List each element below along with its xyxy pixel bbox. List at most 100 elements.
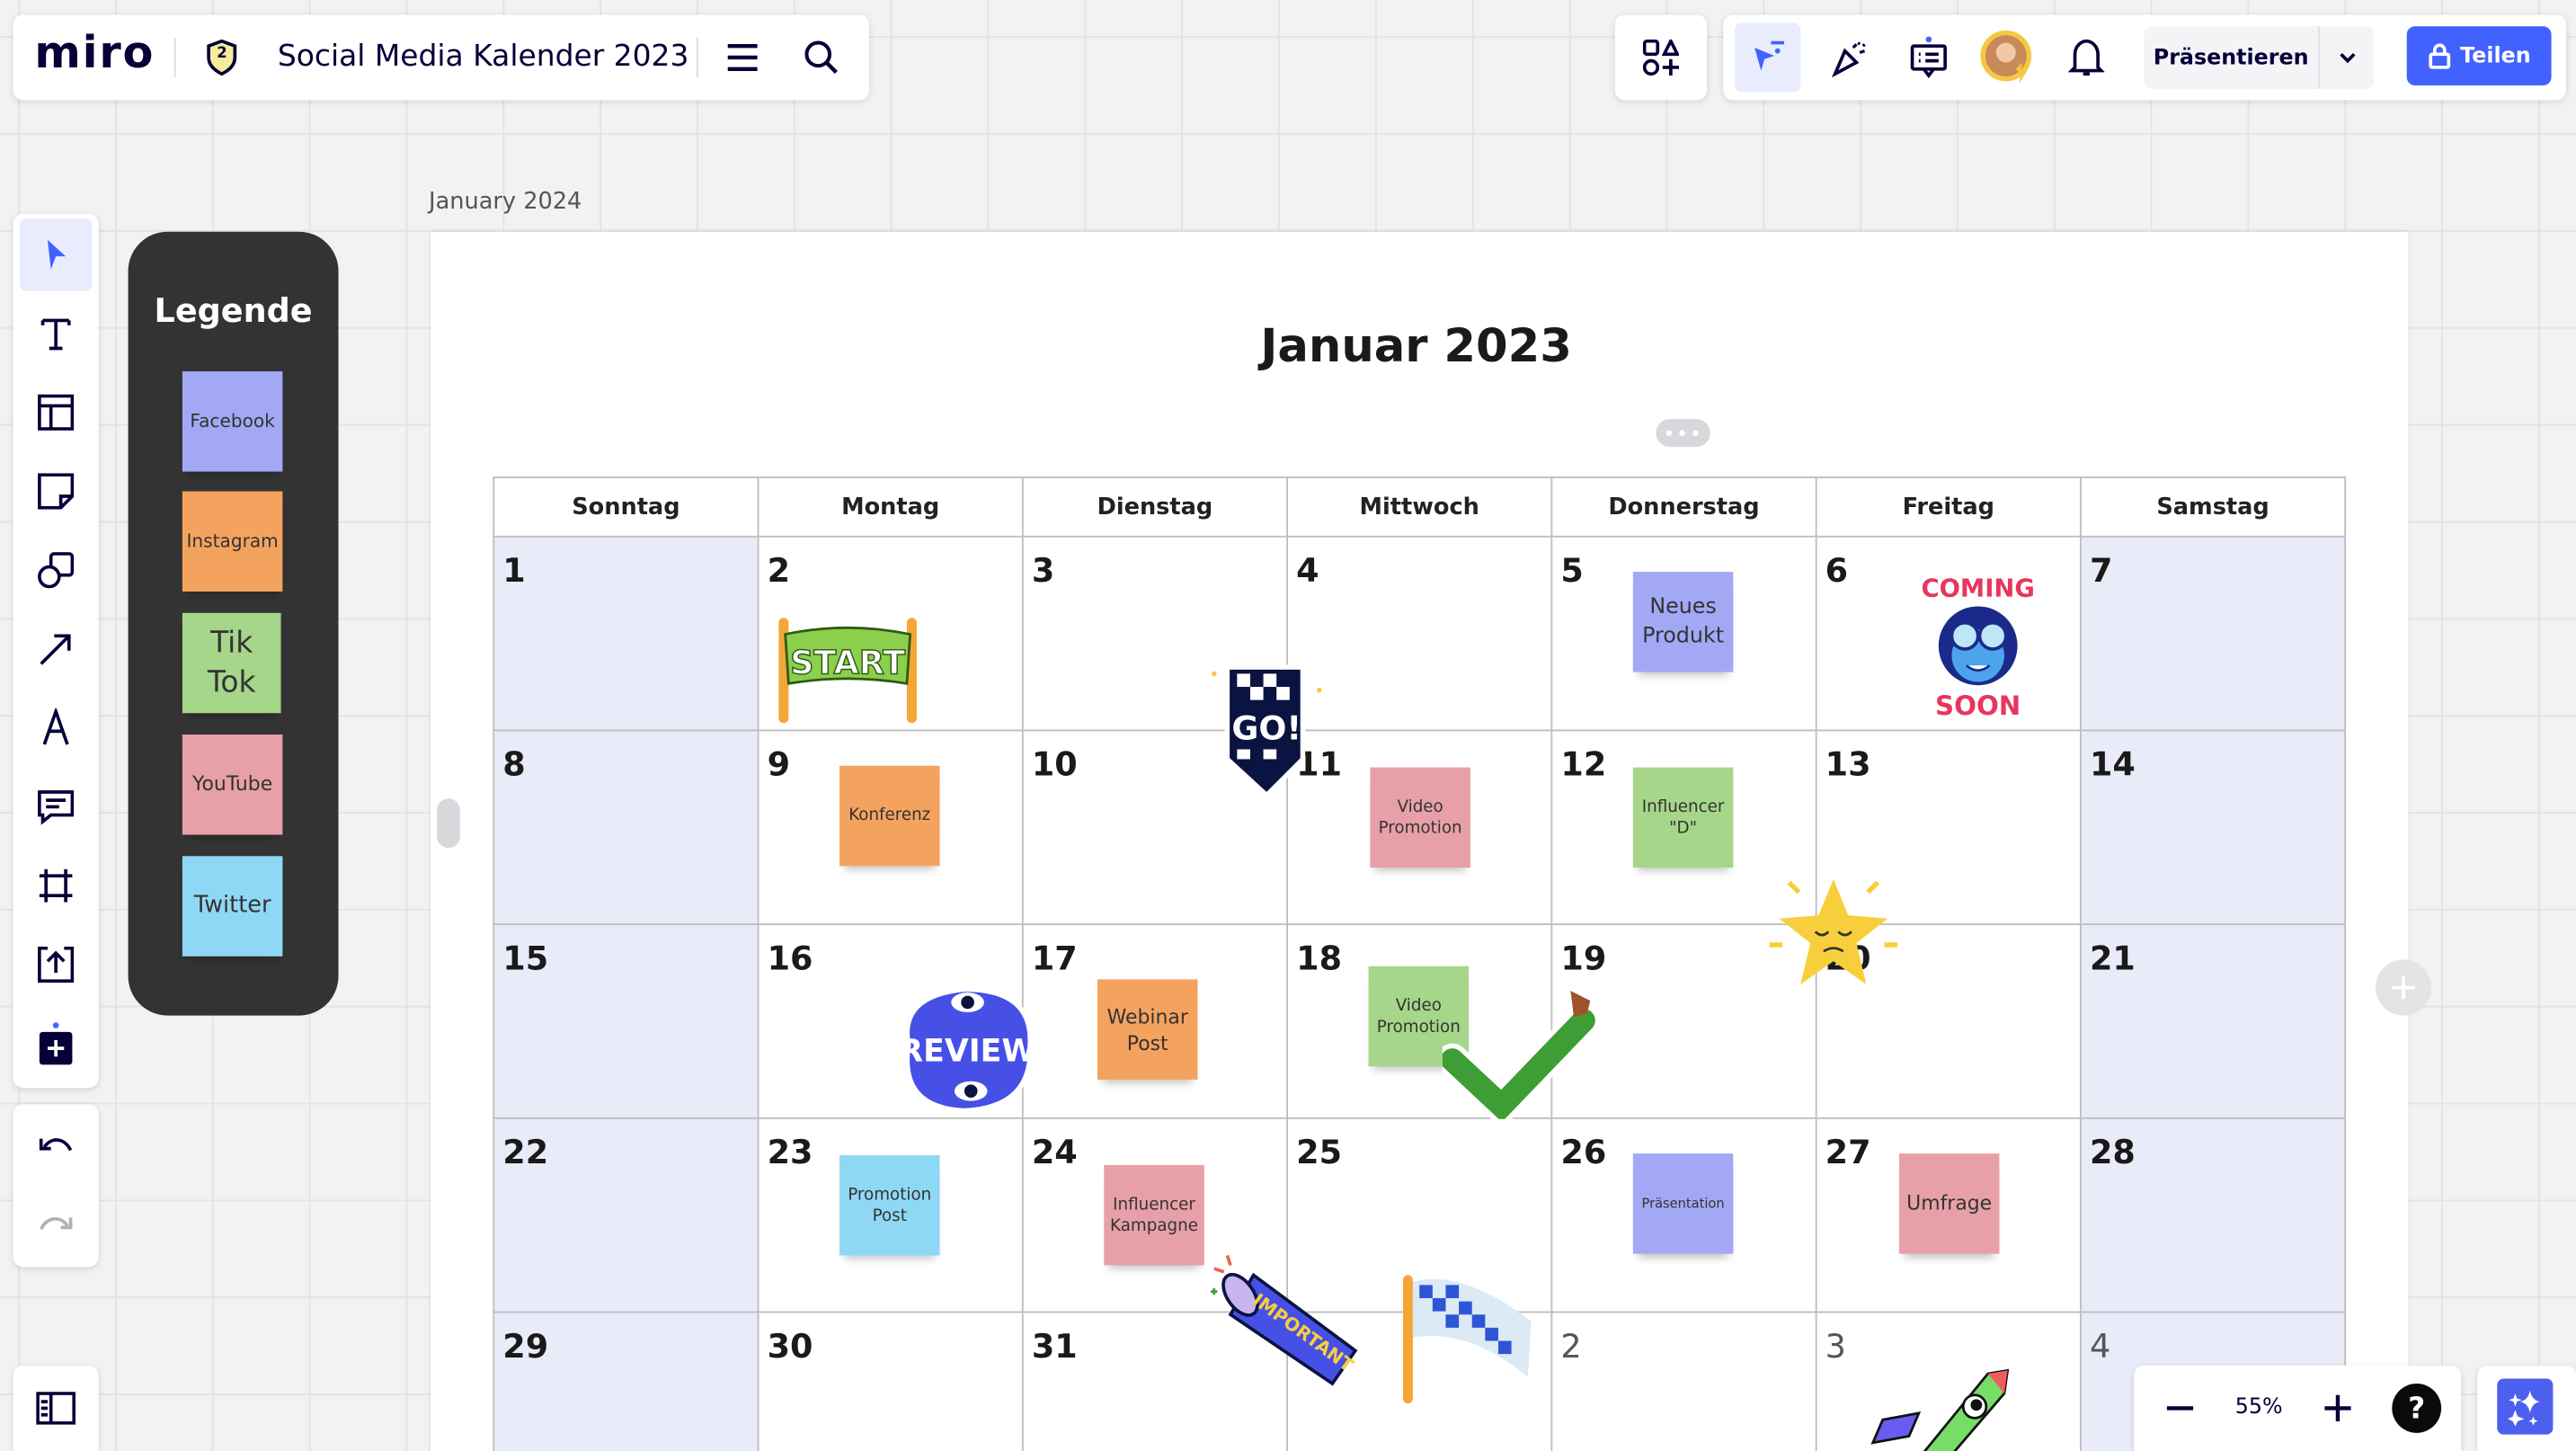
add-frame-button[interactable] xyxy=(2375,959,2432,1016)
day-number: 2 xyxy=(1560,1326,1582,1366)
undo-icon[interactable] xyxy=(20,1111,92,1183)
text-tool-icon[interactable] xyxy=(20,298,92,369)
day-number: 4 xyxy=(1296,550,1319,591)
day-number: 29 xyxy=(502,1326,549,1366)
legend-panel[interactable]: Legende Facebook Instagram Tik Tok YouTu… xyxy=(128,231,339,1016)
plan-badge-shield-icon[interactable]: 2 xyxy=(202,38,242,77)
comment-tool-icon[interactable] xyxy=(20,770,92,842)
share-button[interactable]: Teilen xyxy=(2406,26,2552,86)
shapes-icon[interactable] xyxy=(20,534,92,606)
sticky-note[interactable]: Webinar Post xyxy=(1097,979,1198,1080)
chevron-down-icon[interactable] xyxy=(2320,26,2374,88)
calendar-day-cell[interactable]: 14 xyxy=(2079,729,2347,926)
day-number: 21 xyxy=(2089,938,2136,978)
search-icon[interactable] xyxy=(802,38,841,77)
sticky-note[interactable]: Promotion Post xyxy=(839,1154,940,1256)
day-number: 30 xyxy=(767,1326,813,1366)
connection-line-icon[interactable] xyxy=(20,613,92,685)
calendar-day-cell[interactable]: 22 xyxy=(493,1117,759,1313)
cursor-tracking-icon[interactable] xyxy=(1735,22,1801,93)
sticky-note[interactable]: Video Promotion xyxy=(1370,767,1470,868)
review-sticker: REVIEW xyxy=(899,986,1036,1114)
svg-text:COMING: COMING xyxy=(1922,574,2035,602)
day-number: 1 xyxy=(502,550,526,591)
frame-tool-icon[interactable] xyxy=(20,850,92,921)
legend-instagram[interactable]: Instagram xyxy=(182,491,283,592)
svg-text:REVIEW: REVIEW xyxy=(899,1034,1035,1070)
legend-twitter[interactable]: Twitter xyxy=(182,856,283,957)
sticky-note[interactable]: Präsentation xyxy=(1632,1153,1734,1254)
svg-text:GO!: GO! xyxy=(1231,709,1301,748)
legend-tiktok[interactable]: Tik Tok xyxy=(182,612,281,714)
day-number: 17 xyxy=(1031,938,1078,978)
calendar-day-cell[interactable]: 28 xyxy=(2079,1117,2347,1313)
checkmark-sticker xyxy=(1442,991,1601,1119)
day-number: 8 xyxy=(502,743,526,784)
sticky-note[interactable]: Influencer "D" xyxy=(1632,767,1734,868)
weekday-header: Montag xyxy=(757,476,1024,538)
calendar-day-cell[interactable]: 15 xyxy=(493,923,759,1119)
zoom-out-icon[interactable] xyxy=(2144,1372,2216,1444)
comments-list-icon[interactable] xyxy=(1893,22,1965,93)
day-number: 28 xyxy=(2089,1132,2136,1172)
more-options-button[interactable]: ••• xyxy=(1656,419,1710,448)
user-avatar[interactable] xyxy=(1971,22,2043,93)
coming-soon-sticker[interactable]: COMING SOON xyxy=(1911,560,2046,721)
redo-icon[interactable] xyxy=(20,1189,92,1261)
apps-panel xyxy=(1614,14,1708,101)
select-tool-icon[interactable] xyxy=(19,218,93,291)
present-button[interactable]: Präsentieren xyxy=(2144,26,2318,88)
celebrate-party-icon[interactable] xyxy=(1814,22,1886,93)
zoom-in-icon[interactable] xyxy=(2302,1372,2374,1444)
day-number: 3 xyxy=(1031,550,1055,591)
more-apps-plus-icon[interactable] xyxy=(20,1007,92,1079)
board-title[interactable]: Social Media Kalender 2023 xyxy=(278,40,689,74)
day-number: 13 xyxy=(1825,743,1871,784)
calendar-day-cell[interactable]: 8 xyxy=(493,729,759,926)
calendar-day-cell[interactable]: 7 xyxy=(2079,535,2347,732)
day-number: 4 xyxy=(2089,1326,2111,1366)
sidebar-toggle-icon[interactable] xyxy=(20,1372,92,1444)
weekday-header: Donnerstag xyxy=(1550,476,1817,538)
ai-sparkle-icon[interactable] xyxy=(2497,1378,2554,1435)
day-number: 22 xyxy=(502,1132,549,1172)
svg-text:START: START xyxy=(790,643,905,681)
sticky-note[interactable]: Umfrage xyxy=(1898,1153,2000,1254)
sticky-note-icon[interactable] xyxy=(20,455,92,527)
history-panel xyxy=(13,1104,99,1268)
sticky-note[interactable]: Influencer Kampagne xyxy=(1104,1164,1204,1266)
hamburger-icon[interactable] xyxy=(723,38,762,77)
board-outline-panel xyxy=(13,1365,99,1451)
calendar-day-cell[interactable]: 21 xyxy=(2079,923,2347,1119)
legend-facebook[interactable]: Facebook xyxy=(182,371,283,472)
legend-youtube[interactable]: YouTube xyxy=(182,734,283,835)
legend-title: Legende xyxy=(154,290,313,331)
day-number: 16 xyxy=(767,938,813,978)
templates-icon[interactable] xyxy=(20,377,92,449)
go-flag-sticker[interactable]: GO! xyxy=(1204,657,1336,802)
svg-text:SOON: SOON xyxy=(1935,690,2021,721)
sticky-note[interactable]: Konferenz xyxy=(839,765,940,867)
zoom-level[interactable]: 55% xyxy=(2219,1395,2298,1420)
day-number: 7 xyxy=(2089,550,2113,591)
miro-logo[interactable]: miro xyxy=(34,28,155,79)
frame-label[interactable]: January 2024 xyxy=(429,189,582,215)
upload-icon[interactable] xyxy=(20,929,92,1001)
weekday-header: Freitag xyxy=(1815,476,2082,538)
calendar-day-cell[interactable]: 29 xyxy=(493,1311,759,1451)
sticky-note[interactable]: Neues Produkt xyxy=(1632,572,1734,672)
frame-resize-handle[interactable] xyxy=(437,798,460,849)
calendar-day-cell[interactable]: 2 xyxy=(1550,1311,1817,1451)
weekday-header: Mittwoch xyxy=(1286,476,1553,538)
day-number: 25 xyxy=(1296,1132,1343,1172)
start-banner-sticker[interactable]: START xyxy=(768,608,926,726)
weekday-header: Sonntag xyxy=(493,476,759,538)
help-icon[interactable]: ? xyxy=(2380,1372,2452,1444)
pen-tool-icon[interactable] xyxy=(20,692,92,764)
calendar-day-cell[interactable]: 30 xyxy=(757,1311,1024,1451)
notifications-bell-icon[interactable] xyxy=(2050,22,2122,93)
shapes-apps-icon[interactable] xyxy=(1625,22,1697,93)
lock-icon xyxy=(2428,43,2450,69)
calendar-day-cell[interactable]: 1 xyxy=(493,535,759,732)
miro-board-canvas[interactable]: miro 2 Social Media Kalender 2023 Präsen xyxy=(0,0,2576,1451)
